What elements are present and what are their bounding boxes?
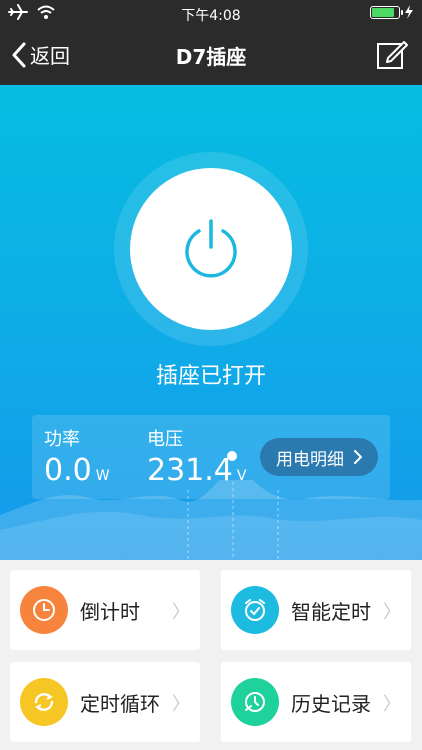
nav-bar: 返回 D7插座 (0, 28, 422, 85)
tile-icon-bg-smart-timer (231, 586, 279, 634)
alarm-icon (245, 599, 265, 621)
status-bar: 下午4:08 (0, 0, 422, 28)
top-bar: 下午4:08 返回 D7插座 (0, 0, 422, 85)
voltage-value: 231.4 (147, 453, 233, 488)
tile-label-timer-loop: 定时循环 (80, 692, 160, 716)
status-time: 下午4:08 (181, 8, 241, 24)
page-title: D7插座 (175, 45, 247, 69)
power-icon (185, 219, 237, 278)
device-state-text: 插座已打开 (155, 364, 266, 389)
usage-detail-button[interactable]: 用电明细 (260, 438, 378, 476)
wave-peak-dot (227, 451, 237, 461)
refresh-icon (34, 693, 54, 711)
device-panel: 插座已打开 功率 0.0 W 电压 231.4 V 用电明细 (0, 85, 422, 560)
power-value: 0.0 (44, 453, 92, 488)
chevron-right-icon: 〉 (172, 602, 190, 623)
status-right (370, 5, 414, 19)
tile-label-countdown: 倒计时 (80, 600, 140, 624)
tile-icon-bg-timer-loop (20, 678, 68, 726)
tile-history[interactable]: 历史记录 〉 (221, 662, 411, 742)
power-value-row: 0.0 W (44, 453, 110, 488)
tile-label-history: 历史记录 (291, 692, 371, 716)
voltage-label: 电压 (147, 429, 183, 450)
chevron-right-icon (354, 450, 362, 464)
clock-icon (33, 599, 55, 621)
history-icon (245, 692, 265, 712)
tile-label-smart-timer: 智能定时 (291, 600, 371, 624)
power-unit: W (95, 468, 110, 484)
chevron-right-icon: 〉 (172, 694, 190, 715)
battery-icon (370, 5, 403, 19)
tile-icon-bg-countdown (20, 586, 68, 634)
power-label: 功率 (44, 429, 80, 450)
tile-timer-loop[interactable]: 定时循环 〉 (10, 662, 200, 742)
voltage-unit: V (236, 468, 247, 484)
tile-icon-bg-history (231, 678, 279, 726)
chevron-right-icon: 〉 (383, 694, 401, 715)
power-toggle-button[interactable] (130, 168, 292, 330)
charging-icon (405, 5, 413, 19)
power-stat: 功率 0.0 W (44, 425, 110, 488)
stats-card: 功率 0.0 W 电压 231.4 V 用电明细 (32, 415, 390, 499)
edit-icon[interactable] (376, 38, 408, 70)
usage-detail-label: 用电明细 (276, 449, 344, 470)
chevron-right-icon: 〉 (383, 602, 401, 623)
tile-smart-timer[interactable]: 智能定时 〉 (221, 570, 411, 650)
tile-countdown[interactable]: 倒计时 〉 (10, 570, 200, 650)
